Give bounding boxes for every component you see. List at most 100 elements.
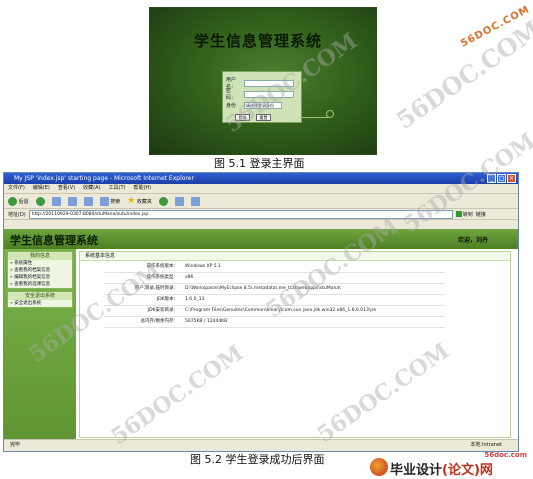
info-value: 1.6.0_13: [185, 297, 205, 302]
info-key: JDK版本：: [156, 297, 178, 302]
info-value: Windows XP 5.1: [185, 264, 221, 269]
main-panel: 系统基本信息 操作系统版本： Windows XP 5.1 操作系统类型： x86 …: [79, 251, 511, 438]
menu-favorites[interactable]: 收藏(A): [83, 184, 100, 193]
table-row: 用户,目录,临时目录： D:\Workspaces\MyEclipse 8.5\.…: [104, 284, 445, 295]
system-info-table: 操作系统版本： Windows XP 5.1 操作系统类型： x86 用户,目录,临…: [104, 262, 445, 328]
info-value: 5075KB / 12444KB: [185, 319, 228, 324]
table-row: JDK版本： 1.6.0_13: [104, 295, 445, 306]
links-button[interactable]: 链接: [476, 211, 486, 218]
sidebar-item-label: 编辑我的档案信息: [14, 275, 51, 280]
username-input[interactable]: [244, 79, 294, 87]
app-header: 学生信息管理系统 欢迎，刘丹: [4, 229, 518, 249]
menu-tools[interactable]: 工具(T): [109, 184, 126, 193]
sidebar-heading-logout[interactable]: 安全退出系统: [8, 292, 72, 300]
go-label: 转到: [462, 211, 473, 218]
table-row: 总内存/剩余内存： 5075KB / 12444KB: [104, 317, 445, 328]
stop-icon[interactable]: [51, 196, 61, 206]
status-text: 完毕: [10, 442, 21, 448]
menu-help[interactable]: 帮助(H): [133, 184, 151, 193]
mail-icon[interactable]: [174, 196, 184, 206]
address-input[interactable]: http://20110929-0307:8080/stuMana/zutu/i…: [28, 209, 453, 219]
print-icon[interactable]: [190, 196, 200, 206]
window-titlebar: My JSP 'index.jsp' starting page - Micro…: [4, 173, 518, 184]
favorites-button[interactable]: ★ 收藏夹: [127, 196, 152, 206]
site-logo: 56doc.com 毕业设计(论文)网: [364, 451, 529, 478]
status-bar: 完毕 本地 Intranet: [4, 439, 518, 451]
page-content: 学生信息管理系统 欢迎，刘丹 我的信息 » 系统属性 » 查看我的档案信息 » …: [4, 229, 518, 440]
back-button[interactable]: 后退: [8, 196, 29, 206]
zone-text: 本地 Intranet: [470, 442, 502, 448]
address-bar: 地址(D) http://20110929-0307:8080/stuMana/…: [4, 209, 518, 220]
logo-suffix-text: (论文)网: [442, 463, 493, 478]
figure2-caption: 图 5.2 学生登录成功后界面: [190, 453, 325, 466]
info-value: C:\Program Files\Genuitec\Common\binary\…: [185, 308, 377, 313]
sidebar-section-my-info: 我的信息 » 系统属性 » 查看我的档案信息 » 编辑我的档案信息 » 查看我的…: [7, 251, 73, 289]
sidebar-item-label: 系统属性: [14, 261, 33, 266]
minimize-icon[interactable]: _: [487, 174, 496, 183]
history-icon[interactable]: [158, 196, 168, 206]
table-row: 操作系统类型： x86: [104, 273, 445, 284]
sidebar-item-view-profile[interactable]: » 查看我的档案信息: [8, 267, 72, 274]
refresh-icon[interactable]: [67, 196, 77, 206]
role-label: 身份: [226, 102, 237, 109]
info-key: 操作系统版本：: [146, 264, 179, 269]
search-button[interactable]: 搜索: [99, 196, 121, 206]
maximize-icon[interactable]: □: [497, 174, 506, 183]
figure1-caption: 图 5.1 登录主界面: [214, 157, 305, 170]
go-arrow-icon: [455, 211, 462, 217]
password-input[interactable]: [244, 90, 294, 98]
menu-view[interactable]: 查看(V): [58, 184, 75, 193]
forward-arrow-icon[interactable]: [35, 196, 45, 206]
key-decoration-icon: [300, 114, 328, 118]
watermark: 56DOC.COM: [390, 14, 533, 135]
close-icon[interactable]: ×: [507, 174, 516, 183]
role-row: 身份 请选择登录身份: [226, 101, 282, 109]
key-ring-icon: [326, 110, 334, 118]
search-label: 搜索: [110, 198, 121, 205]
ie-window: My JSP 'index.jsp' starting page - Micro…: [3, 172, 519, 452]
search-icon: [99, 196, 109, 206]
home-icon[interactable]: [83, 196, 93, 206]
info-value: D:\Workspaces\MyEclipse 8.5\.metadata\.m…: [185, 286, 341, 291]
window-controls: _ □ ×: [487, 174, 516, 183]
sidebar-item-view-courses[interactable]: » 查看我的选课信息: [8, 281, 72, 288]
sidebar-item-edit-profile[interactable]: » 编辑我的档案信息: [8, 274, 72, 281]
login-button[interactable]: 登录: [235, 114, 250, 121]
info-key: 操作系统类型：: [146, 275, 179, 280]
sidebar-item-label: 查看我的选课信息: [14, 282, 51, 287]
sidebar-heading-my-info[interactable]: 我的信息: [8, 252, 72, 260]
welcome-text: 欢迎，刘丹: [457, 237, 488, 244]
sidebar: 我的信息 » 系统属性 » 查看我的档案信息 » 编辑我的档案信息 » 查看我的…: [4, 249, 76, 440]
password-row: 密 码：: [226, 88, 294, 101]
info-key: 用户,目录,临时目录：: [134, 286, 178, 291]
sidebar-section-logout: 安全退出系统 » 安全退出系统: [7, 291, 73, 308]
logo-main-text: 毕业设计: [390, 463, 443, 478]
login-system-title: 学生信息管理系统: [194, 32, 323, 50]
login-buttons: 登录 重置: [235, 114, 271, 121]
browser-toolbar: 后退 搜索 ★ 收藏夹: [4, 194, 518, 209]
app-title: 学生信息管理系统: [10, 234, 98, 247]
logo-text: 毕业设计(论文)网: [390, 459, 493, 478]
info-key: 总内存/剩余内存：: [140, 319, 178, 324]
sidebar-item-logout[interactable]: » 安全退出系统: [8, 300, 72, 307]
menu-bar: 文件(F) 编辑(E) 查看(V) 收藏(A) 工具(T) 帮助(H): [4, 184, 518, 194]
password-label: 密 码：: [226, 88, 237, 101]
role-select[interactable]: 请选择登录身份: [244, 101, 282, 109]
table-row: 操作系统版本： Windows XP 5.1: [104, 262, 445, 273]
info-key: JDK安装目录：: [147, 308, 178, 313]
info-value: x86: [185, 275, 194, 280]
go-button[interactable]: 转到: [455, 211, 473, 218]
logo-icon: [370, 458, 388, 476]
sidebar-item-label: 安全退出系统: [14, 301, 42, 306]
window-title: My JSP 'index.jsp' starting page - Micro…: [14, 175, 194, 182]
sidebar-item-label: 查看我的档案信息: [14, 268, 51, 273]
login-screenshot: 学生信息管理系统 用户名： 密 码： 身份 请选择登录身份 登录 重置: [149, 7, 377, 155]
table-row: JDK安装目录： C:\Program Files\Genuitec\Common…: [104, 306, 445, 317]
username-row: 用户名：: [226, 77, 294, 90]
menu-file[interactable]: 文件(F): [8, 184, 25, 193]
sidebar-item-system-properties[interactable]: » 系统属性: [8, 260, 72, 267]
menu-edit[interactable]: 编辑(E): [33, 184, 50, 193]
reset-button[interactable]: 重置: [256, 114, 271, 121]
back-arrow-icon: [8, 196, 17, 206]
favorites-label: 收藏夹: [136, 198, 152, 205]
